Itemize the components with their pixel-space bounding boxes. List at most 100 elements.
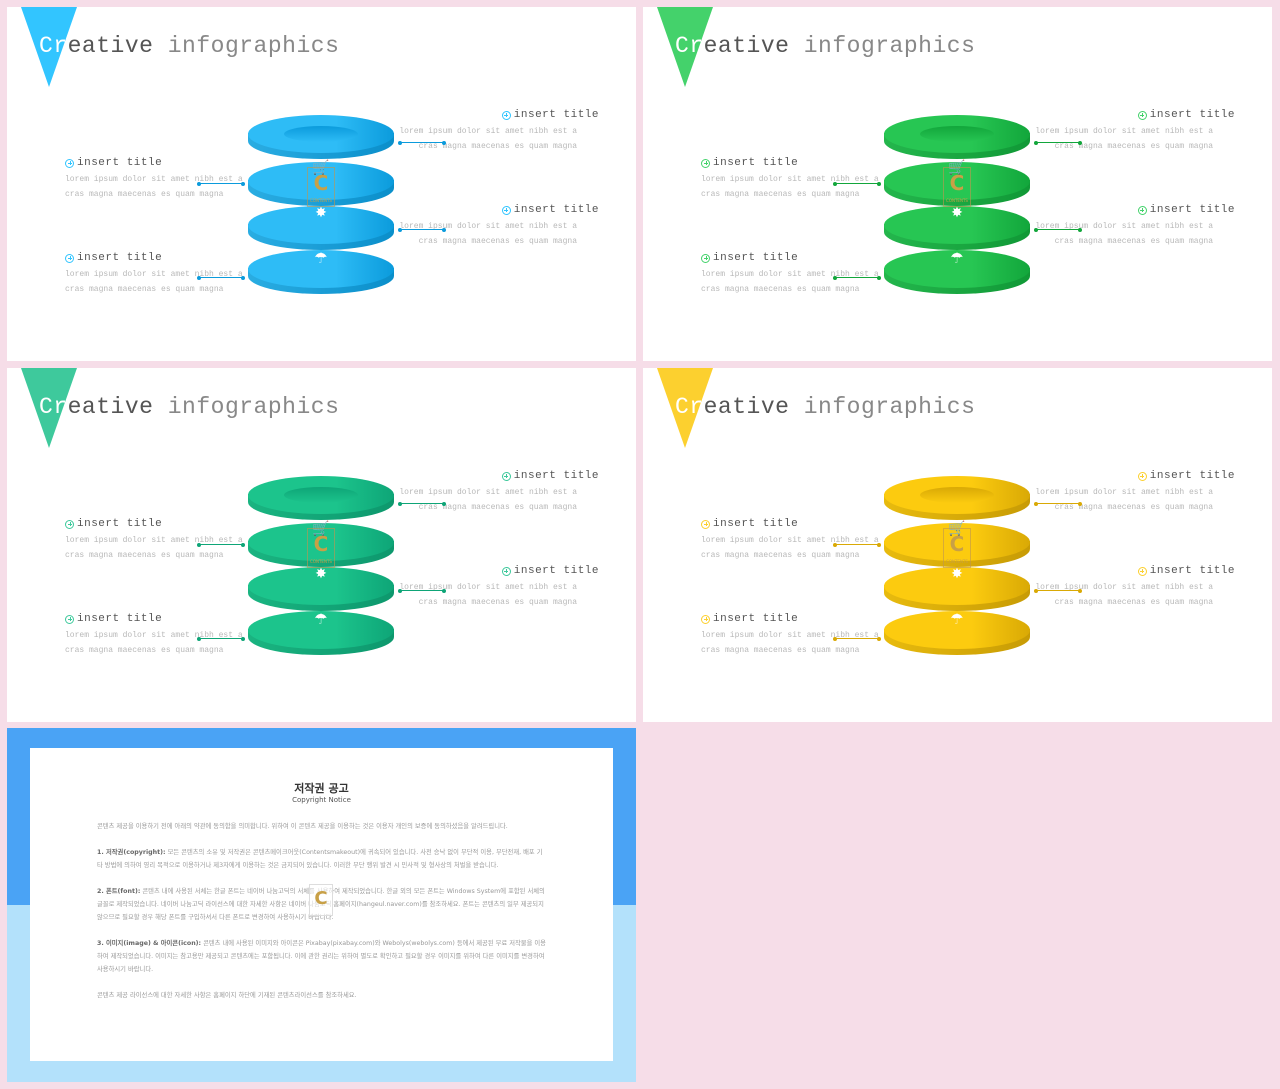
plus-circle-icon bbox=[501, 471, 511, 481]
title-part-2: eative bbox=[67, 33, 154, 59]
connector-line bbox=[1034, 501, 1082, 506]
text-block-left-top: insert title lorem ipsum dolor sit amet … bbox=[701, 516, 881, 563]
umbrella-icon: ☂ bbox=[950, 249, 964, 267]
copyright-body: 콘텐츠 제공을 이용하기 전에 아래의 약관에 동의함을 의미합니다. 위하여 … bbox=[97, 820, 547, 1015]
plus-circle-icon bbox=[65, 519, 74, 529]
text-block-right-bottom: insert title lorem ipsum dolor sit amet … bbox=[1035, 563, 1235, 610]
umbrella-icon: ☂ bbox=[314, 610, 328, 628]
block-title: insert title bbox=[1149, 565, 1235, 577]
copyright-closing: 콘텐츠 제공 라이선스에 대한 자세한 사항은 홈페이지 하단에 기재된 콘텐츠… bbox=[97, 992, 357, 999]
block-title: insert title bbox=[513, 109, 599, 121]
connector-line bbox=[833, 181, 881, 186]
plus-circle-icon bbox=[1137, 110, 1147, 120]
watermark-caption: CONTENTS bbox=[310, 559, 332, 564]
copyright-title: 저작권 공고 bbox=[294, 782, 349, 795]
section-label: 2. 폰트(font): bbox=[97, 888, 141, 895]
watermark-caption: CONTENTS bbox=[946, 559, 968, 564]
copyright-slide[interactable]: 저작권 공고 Copyright Notice 콘텐츠 제공을 이용하기 전에 … bbox=[7, 728, 636, 1082]
block-body: lorem ipsum dolor sit amet nibh est a cr… bbox=[701, 631, 879, 655]
block-body: lorem ipsum dolor sit amet nibh est a cr… bbox=[1035, 127, 1213, 151]
watermark-logo: C CONTENTS bbox=[307, 528, 335, 568]
plus-circle-icon bbox=[701, 614, 710, 624]
block-body: lorem ipsum dolor sit amet nibh est a cr… bbox=[1035, 222, 1213, 246]
block-body: lorem ipsum dolor sit amet nibh est a cr… bbox=[65, 536, 243, 560]
connector-line bbox=[197, 636, 245, 641]
copyright-subtitle: Copyright Notice bbox=[292, 796, 351, 804]
watermark-logo: C CONTENTS bbox=[943, 167, 971, 207]
title-part-1: Cr bbox=[675, 394, 704, 420]
text-block-left-top: insert title lorem ipsum dolor sit amet … bbox=[701, 155, 881, 202]
slide-title: Creative infographics bbox=[39, 33, 339, 59]
block-body: lorem ipsum dolor sit amet nibh est a cr… bbox=[65, 631, 243, 655]
slide-title: Creative infographics bbox=[675, 33, 975, 59]
briefcase-icon: ▣ bbox=[315, 654, 327, 668]
plus-circle-icon bbox=[1137, 205, 1147, 215]
block-title: insert title bbox=[713, 157, 799, 169]
section-label: 3. 이미지(image) & 아이콘(icon): bbox=[97, 940, 202, 947]
stacked-cylinder: 🛒 ✸ ☂ ▣ C CONTENTS bbox=[248, 468, 394, 673]
block-body: lorem ipsum dolor sit amet nibh est a cr… bbox=[1035, 488, 1213, 512]
block-title: insert title bbox=[77, 518, 163, 530]
text-block-left-top: insert title lorem ipsum dolor sit amet … bbox=[65, 155, 245, 202]
slide-teal[interactable]: Creative infographics insert title lorem… bbox=[7, 368, 636, 722]
text-block-left-bottom: insert title lorem ipsum dolor sit amet … bbox=[701, 611, 881, 658]
block-title: insert title bbox=[513, 565, 599, 577]
connector-line bbox=[398, 227, 446, 232]
block-title: insert title bbox=[1149, 204, 1235, 216]
block-body: lorem ipsum dolor sit amet nibh est a cr… bbox=[1035, 583, 1213, 607]
plus-circle-icon bbox=[1137, 471, 1147, 481]
block-title: insert title bbox=[77, 157, 163, 169]
block-body: lorem ipsum dolor sit amet nibh est a cr… bbox=[701, 175, 879, 199]
text-block-right-bottom: insert title lorem ipsum dolor sit amet … bbox=[399, 202, 599, 249]
connector-line bbox=[398, 588, 446, 593]
slide-blue[interactable]: Creative infographics insert title lorem… bbox=[7, 7, 636, 361]
block-title: insert title bbox=[713, 518, 799, 530]
connector-line bbox=[833, 275, 881, 280]
connector-line bbox=[398, 140, 446, 145]
copyright-section-3: 3. 이미지(image) & 아이콘(icon): 콘텐츠 내에 사용된 이미… bbox=[97, 937, 547, 976]
plus-circle-icon bbox=[65, 614, 74, 624]
slide-green[interactable]: Creative infographics insert title lorem… bbox=[643, 7, 1272, 361]
umbrella-icon: ☂ bbox=[314, 249, 328, 267]
star-icon: ✸ bbox=[315, 566, 327, 582]
text-block-left-bottom: insert title lorem ipsum dolor sit amet … bbox=[65, 250, 245, 297]
block-body: lorem ipsum dolor sit amet nibh est a cr… bbox=[399, 488, 577, 512]
title-part-3: infographics bbox=[789, 33, 976, 59]
copyright-section-1: 1. 저작권(copyright): 모든 콘텐츠의 소유 및 저작권은 콘텐츠… bbox=[97, 846, 547, 872]
block-body: lorem ipsum dolor sit amet nibh est a cr… bbox=[399, 222, 577, 246]
title-part-1: Cr bbox=[39, 33, 68, 59]
star-icon: ✸ bbox=[951, 566, 963, 582]
text-block-right-top: insert title lorem ipsum dolor sit amet … bbox=[1035, 468, 1235, 515]
plus-circle-icon bbox=[65, 158, 74, 168]
title-part-3: infographics bbox=[153, 33, 340, 59]
connector-line bbox=[833, 636, 881, 641]
title-part-3: infographics bbox=[789, 394, 976, 420]
title-part-2: eative bbox=[703, 394, 790, 420]
watermark-letter: C bbox=[313, 171, 329, 195]
stacked-cylinder: 🛒 ✸ ☂ ▣ C CONTENTS bbox=[884, 468, 1030, 673]
block-body: lorem ipsum dolor sit amet nibh est a cr… bbox=[399, 127, 577, 151]
block-title: insert title bbox=[513, 204, 599, 216]
text-block-right-top: insert title lorem ipsum dolor sit amet … bbox=[1035, 107, 1235, 154]
plus-circle-icon bbox=[701, 253, 710, 263]
text-block-right-bottom: insert title lorem ipsum dolor sit amet … bbox=[1035, 202, 1235, 249]
briefcase-icon: ▣ bbox=[951, 654, 963, 668]
watermark-logo: C CONTENTS bbox=[943, 528, 971, 568]
plus-circle-icon bbox=[65, 253, 74, 263]
block-body: lorem ipsum dolor sit amet nibh est a cr… bbox=[65, 175, 243, 199]
connector-line bbox=[197, 542, 245, 547]
connector-line bbox=[1034, 140, 1082, 145]
block-title: insert title bbox=[713, 252, 799, 264]
copyright-card: 저작권 공고 Copyright Notice 콘텐츠 제공을 이용하기 전에 … bbox=[30, 748, 613, 1061]
block-title: insert title bbox=[1149, 109, 1235, 121]
star-icon: ✸ bbox=[315, 205, 327, 221]
connector-line bbox=[398, 501, 446, 506]
watermark-letter: C bbox=[313, 532, 329, 556]
block-body: lorem ipsum dolor sit amet nibh est a cr… bbox=[65, 270, 243, 294]
block-title: insert title bbox=[77, 613, 163, 625]
watermark-logo: C bbox=[309, 884, 333, 916]
block-body: lorem ipsum dolor sit amet nibh est a cr… bbox=[701, 536, 879, 560]
plus-circle-icon bbox=[1137, 566, 1147, 576]
block-body: lorem ipsum dolor sit amet nibh est a cr… bbox=[399, 583, 577, 607]
slide-yellow[interactable]: Creative infographics insert title lorem… bbox=[643, 368, 1272, 722]
